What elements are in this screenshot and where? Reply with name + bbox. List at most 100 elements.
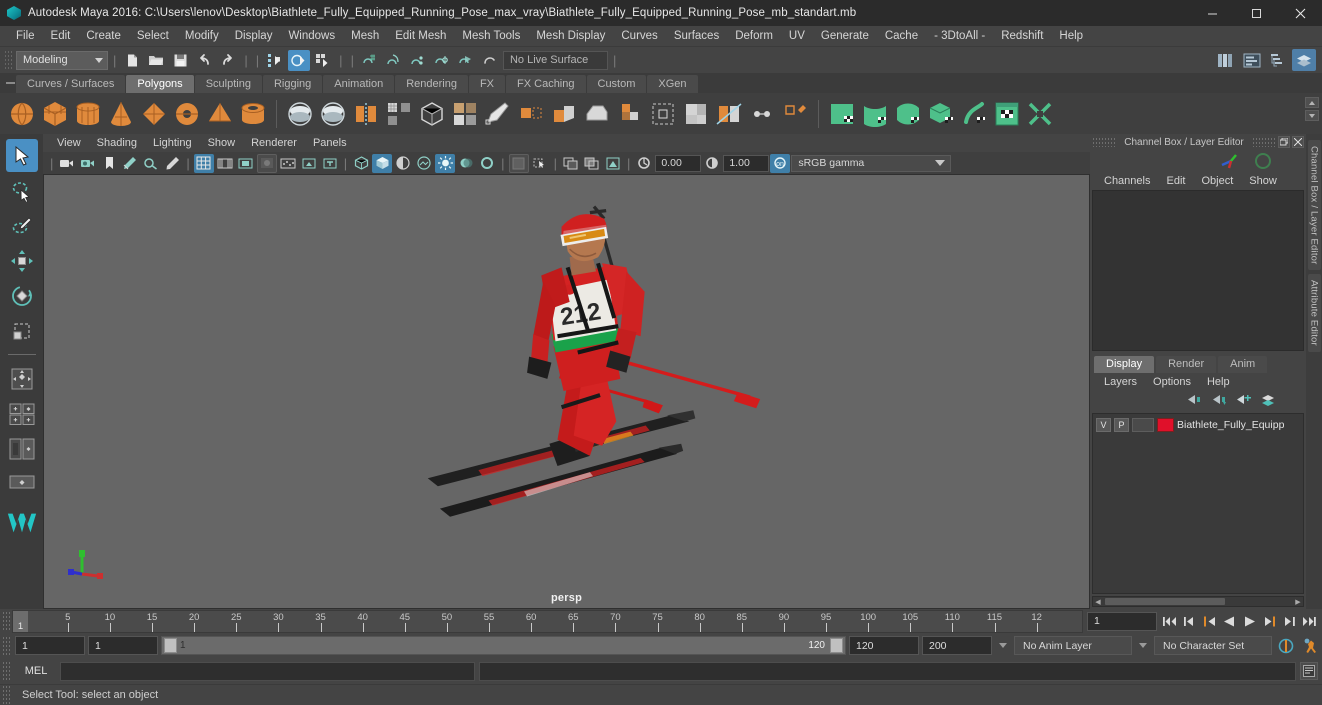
scale-tool[interactable]	[6, 314, 38, 347]
shelf-tab-rendering[interactable]: Rendering	[395, 75, 468, 93]
range-slider-grip[interactable]	[2, 635, 12, 656]
menu-mesh-tools[interactable]: Mesh Tools	[454, 26, 528, 47]
toolbar-grip[interactable]	[4, 50, 12, 70]
viewport-menu-show[interactable]: Show	[200, 134, 244, 152]
scroll-right-icon[interactable]: ▶	[1293, 597, 1303, 606]
resolution-gate-icon[interactable]	[236, 154, 256, 173]
next-frame-button[interactable]	[1260, 611, 1279, 631]
show-hide-channel-box-outliner[interactable]	[1266, 49, 1290, 71]
redo-button[interactable]	[217, 50, 239, 71]
poly-quad-draw-button[interactable]	[779, 97, 811, 130]
exposure-field[interactable]: 0.00	[655, 154, 702, 172]
save-scene-button[interactable]	[169, 50, 191, 71]
shaded-wireframe-icon[interactable]	[393, 154, 413, 173]
close-icon[interactable]	[1292, 136, 1304, 148]
poly-target-weld-button[interactable]	[746, 97, 778, 130]
move-tool[interactable]	[6, 244, 38, 277]
layer-menu-layers[interactable]: Layers	[1096, 373, 1145, 391]
menu-help[interactable]: Help	[1051, 26, 1091, 47]
menu-surfaces[interactable]: Surfaces	[666, 26, 727, 47]
uv-editor-button[interactable]	[991, 97, 1023, 130]
poly-torus-button[interactable]	[171, 97, 203, 130]
poly-extrude-button[interactable]	[548, 97, 580, 130]
gate-mask-icon[interactable]	[256, 153, 277, 173]
layer-tab-display[interactable]: Display	[1094, 356, 1155, 373]
grid-icon[interactable]	[193, 153, 214, 173]
poly-combine-button[interactable]	[614, 97, 646, 130]
viewport-menu-view[interactable]: View	[49, 134, 89, 152]
poly-prism-button[interactable]	[204, 97, 236, 130]
all-lights-icon[interactable]	[435, 153, 456, 173]
character-set-selector[interactable]: No Character Set	[1154, 636, 1272, 655]
minimize-icon[interactable]	[1190, 0, 1234, 26]
exposure-dial-icon[interactable]	[634, 154, 654, 173]
shelf-grip[interactable]	[4, 73, 16, 93]
layer-menu-help[interactable]: Help	[1199, 373, 1238, 391]
command-input[interactable]	[60, 661, 475, 681]
film-gate-icon[interactable]	[215, 154, 235, 173]
chevron-down-icon[interactable]	[999, 643, 1007, 648]
menu-generate[interactable]: Generate	[813, 26, 877, 47]
layout-four-pane[interactable]	[6, 397, 38, 430]
animation-start-field[interactable]: 1	[15, 636, 85, 655]
menu-3dtoall[interactable]: - 3DtoAll -	[926, 26, 993, 47]
menu-windows[interactable]: Windows	[280, 26, 343, 47]
shelf-tab-sculpting[interactable]: Sculpting	[194, 75, 262, 93]
go-to-end-button[interactable]	[1300, 611, 1319, 631]
maximize-icon[interactable]	[1234, 0, 1278, 26]
camera-attributes-icon[interactable]	[78, 154, 98, 173]
play-button[interactable]	[1240, 611, 1259, 631]
shelf-tab-rigging[interactable]: Rigging	[262, 75, 323, 93]
select-by-hierarchy-button[interactable]	[264, 50, 286, 71]
time-slider-grip[interactable]	[2, 611, 12, 631]
menu-select[interactable]: Select	[129, 26, 177, 47]
live-surface-field[interactable]: No Live Surface	[502, 50, 608, 70]
layer-list-horizontal-scrollbar[interactable]: ◀ ▶	[1092, 596, 1304, 607]
bookmark-icon[interactable]	[99, 154, 119, 173]
textured-icon[interactable]	[414, 154, 434, 173]
channel-menu-object[interactable]: Object	[1193, 172, 1241, 190]
menu-curves[interactable]: Curves	[613, 26, 665, 47]
current-frame-field[interactable]: 1	[1087, 611, 1157, 631]
snap-to-curve-button[interactable]	[383, 50, 405, 71]
open-scene-button[interactable]	[145, 50, 167, 71]
shelf-tab-fx-caching[interactable]: FX Caching	[506, 75, 586, 93]
uv-automatic-button[interactable]	[925, 97, 957, 130]
shelf-tab-polygons[interactable]: Polygons	[126, 75, 194, 93]
menu-edit-mesh[interactable]: Edit Mesh	[387, 26, 454, 47]
poly-fill-hole-button[interactable]	[680, 97, 712, 130]
poly-cone-button[interactable]	[105, 97, 137, 130]
display-layer-row[interactable]: V P Biathlete_Fully_Equipp	[1093, 416, 1303, 434]
panel-grip[interactable]	[1252, 137, 1276, 147]
command-line-grip[interactable]	[2, 661, 12, 681]
side-tab-channel-box[interactable]: Channel Box / Layer Editor	[1307, 140, 1321, 271]
viewport-menu-shading[interactable]: Shading	[89, 134, 145, 152]
render-region-icon[interactable]	[561, 154, 581, 173]
range-slider-start-handle[interactable]	[164, 638, 177, 653]
shelf-tab-animation[interactable]: Animation	[323, 75, 395, 93]
wireframe-icon[interactable]	[351, 154, 371, 173]
menu-create[interactable]: Create	[78, 26, 129, 47]
playback-start-field[interactable]: 1	[88, 636, 158, 655]
animation-preferences-icon[interactable]	[1300, 635, 1322, 657]
shelf-scroll-up-icon[interactable]	[1305, 97, 1319, 108]
channel-menu-channels[interactable]: Channels	[1096, 172, 1158, 190]
time-slider[interactable]: 1 5 10 15 20 25 30 35 40 45 50 55 60 65 70 75 80 85 90 95 1…	[12, 609, 1083, 633]
xray-icon[interactable]	[508, 153, 529, 173]
scroll-left-icon[interactable]: ◀	[1093, 597, 1103, 606]
poly-smooth-button[interactable]	[383, 97, 415, 130]
snap-to-view-plane-button[interactable]	[455, 50, 477, 71]
shelf-tab-fx[interactable]: FX	[468, 75, 506, 93]
menu-set-selector[interactable]: Modeling	[16, 50, 108, 70]
exposure-icon[interactable]	[299, 154, 319, 173]
channel-box-content[interactable]	[1092, 190, 1304, 351]
poly-cube-button[interactable]	[39, 97, 71, 130]
layout-two-pane-side[interactable]	[6, 432, 38, 465]
show-hide-tool-settings[interactable]	[1240, 49, 1264, 71]
select-by-component-type-button[interactable]	[312, 50, 334, 71]
menu-modify[interactable]: Modify	[177, 26, 227, 47]
poly-sphere-button[interactable]	[6, 97, 38, 130]
poly-cylinder-button[interactable]	[72, 97, 104, 130]
ambient-occlusion-icon[interactable]	[477, 154, 497, 173]
new-layer-icon[interactable]	[1236, 393, 1251, 409]
